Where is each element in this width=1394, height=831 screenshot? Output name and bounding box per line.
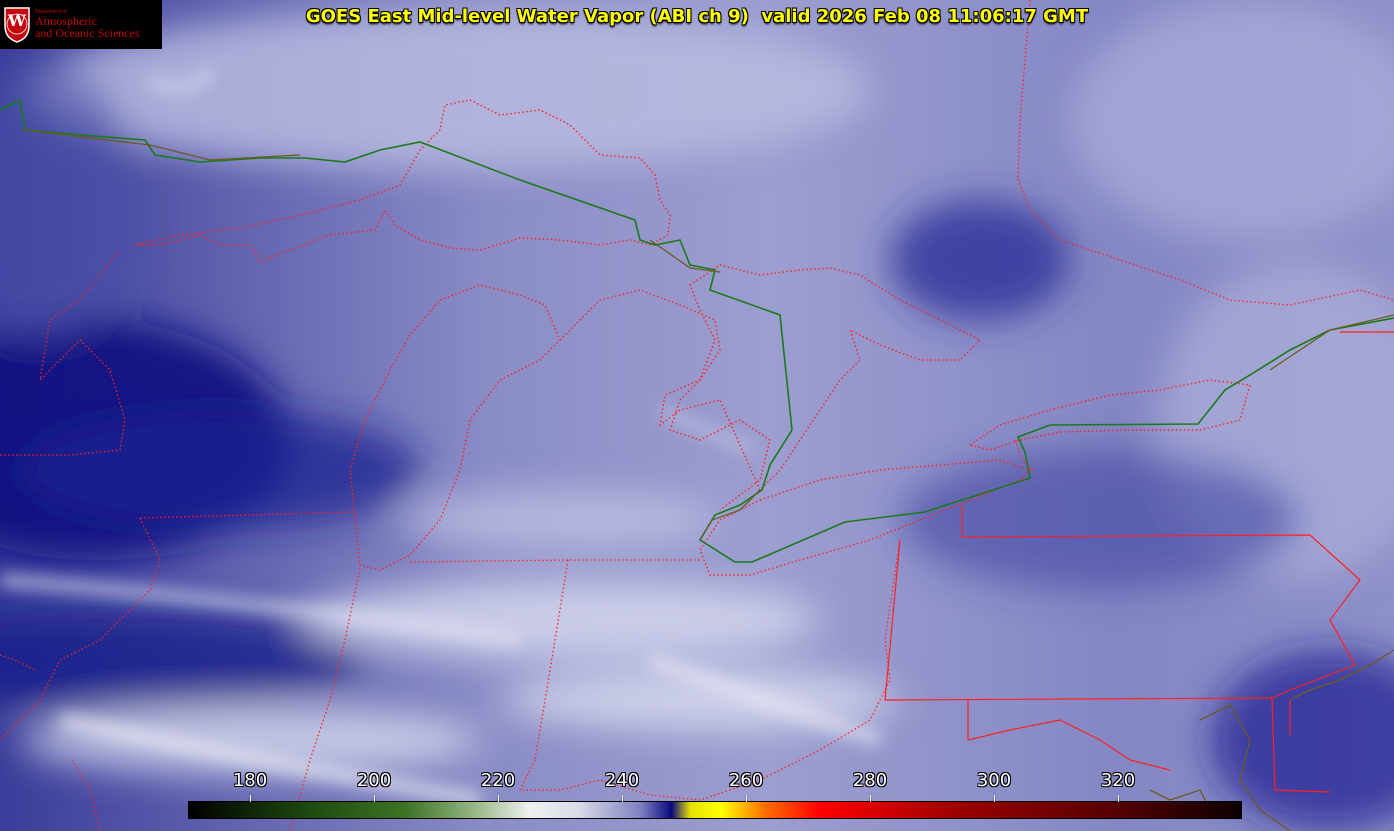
colorbar-tick-mark bbox=[994, 795, 995, 802]
colorbar-tick-mark bbox=[250, 795, 251, 802]
temperature-colorbar bbox=[188, 801, 1242, 819]
colorbar-tick-label: 300 bbox=[976, 770, 1012, 791]
water-vapor-image bbox=[0, 0, 1394, 831]
satellite-map-view: W Department of Atmospheric and Oceanic … bbox=[0, 0, 1394, 831]
colorbar-tick-mark bbox=[622, 795, 623, 802]
colorbar-tick-label: 260 bbox=[728, 770, 764, 791]
logo-line-2: and Oceanic Sciences bbox=[35, 26, 140, 40]
colorbar-tick-mark bbox=[746, 795, 747, 802]
colorbar-tick-mark bbox=[1118, 795, 1119, 802]
colorbar-tick-label: 220 bbox=[480, 770, 516, 791]
colorbar-tick-label: 320 bbox=[1100, 770, 1136, 791]
colorbar-tick-mark bbox=[498, 795, 499, 802]
image-title: GOES East Mid-level Water Vapor (ABI ch … bbox=[305, 6, 1089, 27]
colorbar-tick-label: 240 bbox=[604, 770, 640, 791]
colorbar-tick-mark bbox=[870, 795, 871, 802]
colorbar-tick-label: 280 bbox=[852, 770, 888, 791]
colorbar-tick-label: 180 bbox=[232, 770, 268, 791]
colorbar-tick-mark bbox=[374, 795, 375, 802]
colorbar-tick-label: 200 bbox=[356, 770, 392, 791]
